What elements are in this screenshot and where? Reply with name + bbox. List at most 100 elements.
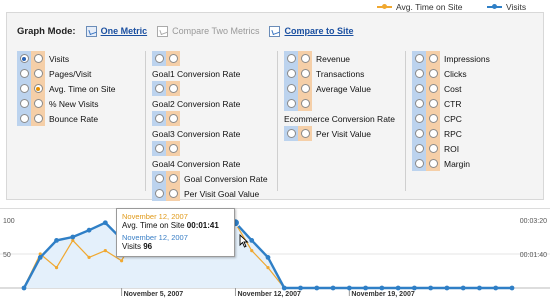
orange-radio-selected[interactable]: [31, 81, 45, 96]
one-metric-link[interactable]: One Metric: [101, 26, 148, 36]
metric-row-ctr[interactable]: CTR: [412, 96, 490, 111]
visits-point: [54, 238, 59, 243]
blue-radio[interactable]: [152, 81, 166, 96]
graph-mode-row: Graph Mode: One Metric Compare Two Metri…: [17, 23, 363, 39]
blue-radio[interactable]: [412, 51, 426, 66]
tooltip-date-1: November 12, 2007: [122, 212, 188, 221]
blue-radio[interactable]: [284, 66, 298, 81]
blue-radio[interactable]: [412, 96, 426, 111]
blue-radio[interactable]: [284, 51, 298, 66]
metric-row-margin[interactable]: Margin: [412, 156, 490, 171]
orange-radio[interactable]: [298, 96, 312, 111]
ecommerce-radios[interactable]: [284, 96, 395, 111]
checkbox-icon: [85, 25, 97, 37]
blue-radio[interactable]: [412, 126, 426, 141]
blue-radio-selected[interactable]: [17, 51, 31, 66]
blue-radio[interactable]: [284, 96, 298, 111]
one-metric-option[interactable]: One Metric: [85, 25, 148, 37]
blue-radio[interactable]: [412, 111, 426, 126]
metric-row-visits[interactable]: Visits: [17, 51, 115, 66]
blue-radio[interactable]: [412, 156, 426, 171]
metric-row-transactions[interactable]: Transactions: [284, 66, 395, 81]
legend-item-avg-time[interactable]: Avg. Time on Site: [377, 2, 462, 12]
tooltip-metric1-label: Avg. Time on Site: [122, 221, 185, 230]
blue-radio[interactable]: [17, 111, 31, 126]
blue-radio[interactable]: [152, 186, 166, 201]
orange-radio[interactable]: [298, 66, 312, 81]
visits-point: [477, 285, 482, 291]
orange-radio[interactable]: [426, 81, 440, 96]
orange-radio[interactable]: [426, 96, 440, 111]
metric-row-per-visit-goal[interactable]: Per Visit Goal Value: [152, 186, 268, 201]
orange-radio[interactable]: [166, 141, 180, 156]
metric-label: CTR: [444, 98, 462, 109]
orange-radio[interactable]: [31, 66, 45, 81]
goal2-label: Goal2 Conversion Rate: [152, 98, 241, 109]
orange-radio[interactable]: [426, 111, 440, 126]
metric-row-average-value[interactable]: Average Value: [284, 81, 395, 96]
metric-row-bounce-rate[interactable]: Bounce Rate: [17, 111, 115, 126]
blue-radio[interactable]: [17, 81, 31, 96]
tooltip-metric2: Visits 96: [122, 242, 229, 251]
blue-radio[interactable]: [412, 66, 426, 81]
blue-radio[interactable]: [284, 126, 298, 141]
orange-radio[interactable]: [426, 156, 440, 171]
blue-radio[interactable]: [412, 141, 426, 156]
orange-radio[interactable]: [426, 126, 440, 141]
metric-row-cost[interactable]: Cost: [412, 81, 490, 96]
orange-radio[interactable]: [298, 126, 312, 141]
blue-radio[interactable]: [152, 51, 166, 66]
blue-radio[interactable]: [152, 141, 166, 156]
metric-label: Bounce Rate: [49, 113, 99, 124]
metric-label: Transactions: [316, 68, 365, 79]
legend-item-visits[interactable]: Visits: [487, 2, 526, 12]
over-time-chart[interactable]: 100 50 00:03:20 00:01:40 November 5, 2007 Nov…: [0, 208, 550, 304]
orange-radio[interactable]: [426, 66, 440, 81]
checkbox-icon: [157, 25, 169, 37]
blue-radio[interactable]: [152, 111, 166, 126]
orange-radio[interactable]: [298, 81, 312, 96]
metric-row-new-visits[interactable]: % New Visits: [17, 96, 115, 111]
goal4-radios[interactable]: [152, 141, 268, 156]
metric-row-impressions[interactable]: Impressions: [412, 51, 490, 66]
orange-radio[interactable]: [31, 96, 45, 111]
metrics-column-adwords: Impressions Clicks Cost CTR CPC RPC ROI …: [405, 51, 490, 191]
orange-radio[interactable]: [166, 186, 180, 201]
orange-radio[interactable]: [166, 51, 180, 66]
metric-label: Per Visit Goal Value: [184, 188, 260, 199]
metric-row-clicks[interactable]: Clicks: [412, 66, 490, 81]
metric-row-pages-visit[interactable]: Pages/Visit: [17, 66, 115, 81]
goal2-radios[interactable]: [152, 81, 268, 96]
orange-radio[interactable]: [166, 171, 180, 186]
compare-two-metrics-label: Compare Two Metrics: [172, 26, 260, 36]
blue-radio[interactable]: [284, 81, 298, 96]
orange-radio[interactable]: [166, 111, 180, 126]
goal4-label: Goal4 Conversion Rate: [152, 158, 241, 169]
orange-radio[interactable]: [31, 111, 45, 126]
metric-label: Margin: [444, 158, 470, 169]
metric-row-roi[interactable]: ROI: [412, 141, 490, 156]
blue-radio[interactable]: [412, 81, 426, 96]
metric-row-revenue[interactable]: Revenue: [284, 51, 395, 66]
orange-radio[interactable]: [31, 51, 45, 66]
metric-row-rpc[interactable]: RPC: [412, 126, 490, 141]
blue-radio[interactable]: [152, 171, 166, 186]
metric-row-goal-conversion[interactable]: Goal Conversion Rate: [152, 171, 268, 186]
metric-label: Visits: [49, 53, 70, 64]
orange-radio[interactable]: [426, 141, 440, 156]
goal3-radios[interactable]: [152, 111, 268, 126]
tooltip-metric2-label: Visits: [122, 242, 141, 251]
compare-to-site-link[interactable]: Compare to Site: [284, 26, 353, 36]
orange-radio[interactable]: [166, 81, 180, 96]
orange-radio[interactable]: [298, 51, 312, 66]
goal1-radios[interactable]: [152, 51, 268, 66]
metric-row-per-visit-value[interactable]: Per Visit Value: [284, 126, 395, 141]
metric-row-cpc[interactable]: CPC: [412, 111, 490, 126]
blue-radio[interactable]: [17, 96, 31, 111]
orange-radio[interactable]: [426, 51, 440, 66]
legend-line-orange-icon: [377, 4, 392, 9]
blue-radio[interactable]: [17, 66, 31, 81]
visits-point: [493, 285, 499, 291]
compare-to-site-option[interactable]: Compare to Site: [269, 25, 353, 37]
metric-row-avg-time[interactable]: Avg. Time on Site: [17, 81, 115, 96]
